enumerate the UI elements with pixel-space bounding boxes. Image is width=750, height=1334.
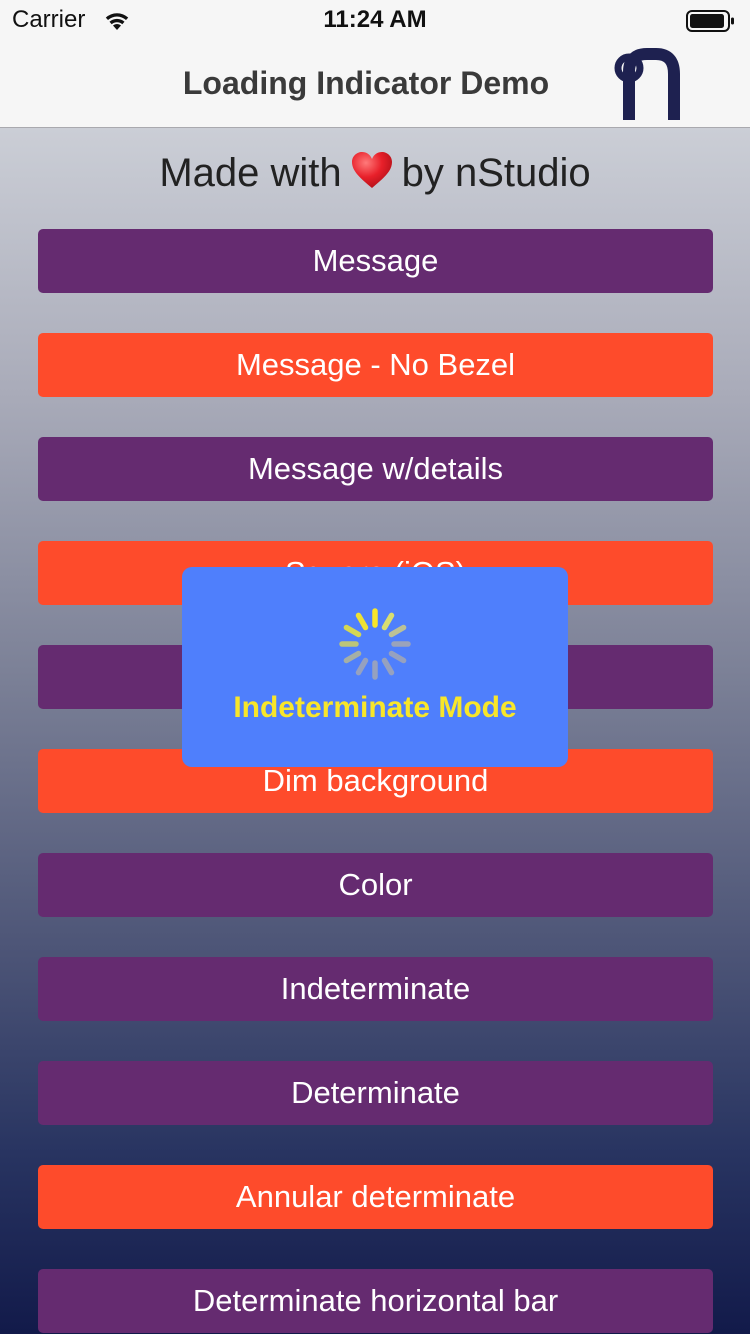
activity-spinner-icon: [336, 605, 414, 688]
status-time: 11:24 AM: [323, 6, 427, 33]
indeterminate-button[interactable]: Indeterminate: [38, 957, 713, 1021]
message-details-button[interactable]: Message w/details: [38, 437, 713, 501]
determinate-button[interactable]: Determinate: [38, 1061, 713, 1125]
message-no-bezel-button[interactable]: Message - No Bezel: [38, 333, 713, 397]
color-button[interactable]: Color: [38, 853, 713, 917]
hud-message: Indeterminate Mode: [233, 691, 517, 724]
app-screen: Carrier 11:24 AM Loading Indicator Demo: [0, 0, 750, 1334]
message-button[interactable]: Message: [38, 229, 713, 293]
navigation-bar: Carrier 11:24 AM Loading Indicator Demo: [0, 0, 750, 128]
loading-indicator-hud: Indeterminate Mode: [182, 567, 568, 767]
heart-icon: [350, 150, 394, 200]
tagline: Made with by nStudio: [0, 150, 750, 200]
battery-icon: [686, 9, 736, 38]
tagline-text-after: by nStudio: [401, 151, 591, 195]
tagline-text-before: Made with: [159, 151, 342, 195]
nstudio-logo-icon: [614, 42, 690, 127]
annular-determinate-button[interactable]: Annular determinate: [38, 1165, 713, 1229]
determinate-horizontal-bar-button[interactable]: Determinate horizontal bar: [38, 1269, 713, 1333]
